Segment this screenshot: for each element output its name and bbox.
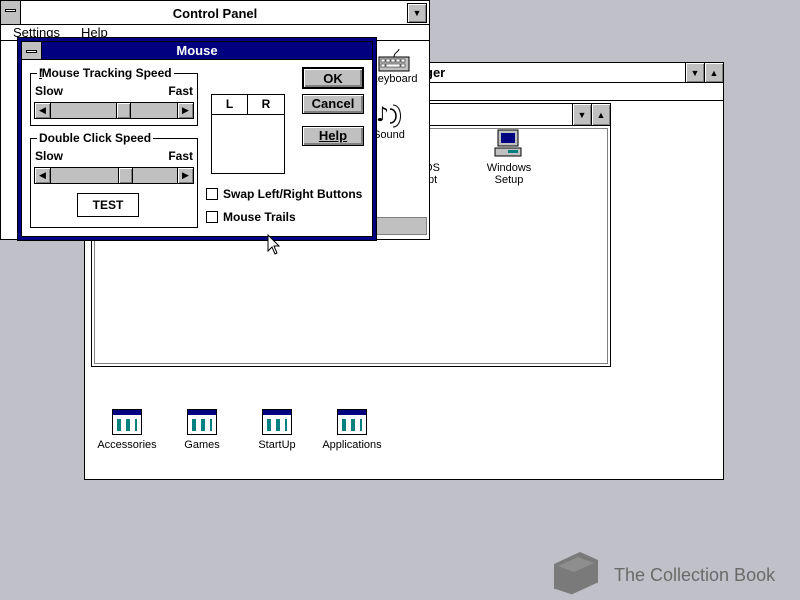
scroll-right-button[interactable]: ▶ <box>177 168 193 183</box>
arrow-up-icon: ▲ <box>709 67 719 78</box>
tracking-slow-label: Slow <box>35 84 64 98</box>
tracking-speed-legend: MMouse Tracking Speed <box>37 66 174 80</box>
program-group-icon <box>262 409 292 435</box>
sound-icon: ♪ <box>376 102 401 128</box>
mouse-right-button: R <box>248 95 284 115</box>
tracking-speed-group: MMouse Tracking Speed Slow Fast ◀ ▶ <box>30 66 198 126</box>
tracking-speed-legend-text: Mouse Tracking Speed <box>41 66 172 80</box>
program-manager-title: ger <box>425 65 446 80</box>
arrow-left-icon: ◀ <box>39 170 46 180</box>
mouse-diagram: L R <box>211 94 285 174</box>
swap-buttons-checkbox[interactable] <box>206 188 218 200</box>
control-panel-title: Control Panel <box>172 6 258 21</box>
mouse-pointer-icon <box>267 234 281 255</box>
double-click-slow-label: Slow <box>35 149 64 163</box>
mouse-trails-label[interactable]: Mouse Trails <box>223 210 296 224</box>
double-click-legend: Double Click Speed <box>37 131 154 145</box>
minimize-button[interactable]: ▼ <box>685 63 704 82</box>
arrow-up-icon: ▲ <box>596 109 606 120</box>
arrow-right-icon: ▶ <box>182 170 189 180</box>
mouse-dialog-titlebar[interactable]: Mouse <box>22 42 372 60</box>
ok-button[interactable]: OK <box>302 67 364 89</box>
maximize-button[interactable]: ▲ <box>591 104 610 125</box>
windows-setup-label-2: Setup <box>494 174 524 186</box>
mouse-dialog-frame: Mouse MMouse Tracking Speed Slow Fast ◀ … <box>21 41 373 237</box>
arrow-down-icon: ▼ <box>690 67 700 78</box>
system-menu-icon[interactable] <box>1 1 21 24</box>
watermark-text: The Collection Book <box>614 565 776 585</box>
double-click-legend-text: Double Click Speed <box>39 131 152 145</box>
tracking-fast-label: Fast <box>168 84 193 98</box>
arrow-down-icon: ▼ <box>412 8 422 18</box>
maximize-button[interactable]: ▲ <box>704 63 723 82</box>
double-click-scrollbar[interactable]: ◀ ▶ <box>34 167 194 184</box>
book-icon <box>553 552 599 598</box>
test-box[interactable]: TEST <box>77 193 139 217</box>
windows-setup-icon-item[interactable]: Windows Setup <box>474 128 544 186</box>
system-menu-icon[interactable] <box>22 42 42 59</box>
program-group-icon <box>337 409 367 435</box>
arrow-down-icon: ▼ <box>577 109 587 120</box>
scroll-right-button[interactable]: ▶ <box>177 103 193 118</box>
double-click-fast-label: Fast <box>168 149 193 163</box>
keyboard-icon <box>378 49 410 72</box>
minimize-button[interactable]: ▼ <box>407 3 427 23</box>
swap-buttons-label[interactable]: Swap Left/Right Buttons <box>223 187 362 201</box>
mouse-dialog-title: Mouse <box>176 43 218 58</box>
help-button-label: Help <box>318 128 348 143</box>
double-click-group: Double Click Speed Slow Fast ◀ ▶ TEST <box>30 131 198 228</box>
scroll-left-button[interactable]: ◀ <box>35 103 51 118</box>
help-button[interactable]: Help <box>302 126 364 146</box>
double-click-thumb[interactable] <box>117 168 133 183</box>
control-panel-titlebar[interactable]: Control Panel ▼ <box>1 1 429 25</box>
program-group-icon <box>112 409 142 435</box>
group-applications[interactable]: Applications <box>307 409 397 451</box>
mouse-dialog: Mouse MMouse Tracking Speed Slow Fast ◀ … <box>17 37 377 241</box>
computer-setup-icon <box>494 129 522 157</box>
status-bar <box>375 217 427 235</box>
arrow-right-icon: ▶ <box>182 105 189 115</box>
group-label: Applications <box>322 439 382 451</box>
program-group-icon <box>187 409 217 435</box>
tracking-speed-scrollbar[interactable]: ◀ ▶ <box>34 102 194 119</box>
mouse-trails-checkbox[interactable] <box>206 211 218 223</box>
scroll-left-button[interactable]: ◀ <box>35 168 51 183</box>
windows-setup-label-1: Windows <box>486 162 532 174</box>
tracking-speed-thumb[interactable] <box>115 103 131 118</box>
mouse-left-button: L <box>212 95 248 115</box>
minimize-button[interactable]: ▼ <box>572 104 591 125</box>
arrow-left-icon: ◀ <box>39 105 46 115</box>
cancel-button[interactable]: Cancel <box>302 94 364 114</box>
svg-text:♪: ♪ <box>376 102 389 126</box>
